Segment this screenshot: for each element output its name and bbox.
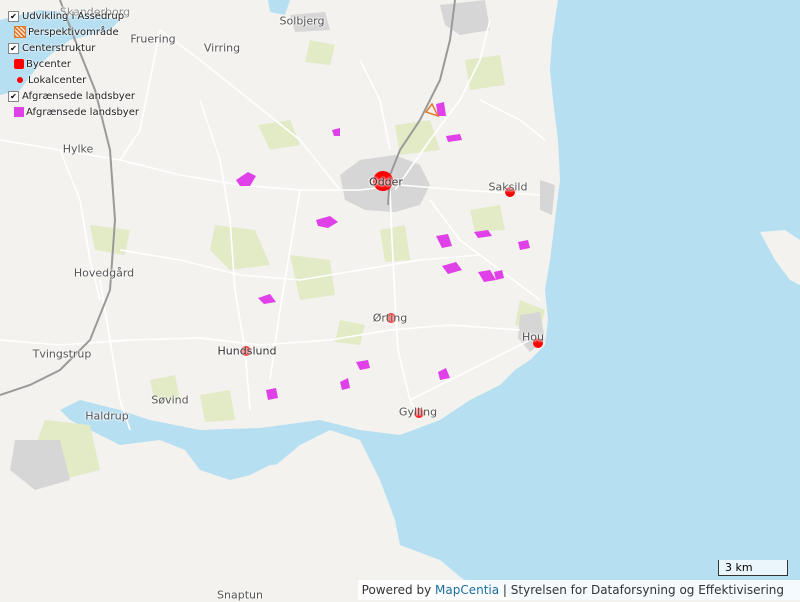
checkbox-icon[interactable]: ✔	[8, 42, 19, 54]
scale-bar: 3 km	[718, 560, 788, 576]
dot-marker-icon	[17, 77, 23, 83]
legend-label: Afgrænsede landsbyer	[22, 90, 135, 102]
legend-label: Lokalcenter	[28, 74, 87, 86]
legend-item-lokalcenter: Lokalcenter	[8, 72, 139, 88]
place-label-hylke: Hylke	[62, 142, 94, 156]
place-label-orting: Ørting	[372, 311, 408, 325]
place-label-saksild: Saksild	[488, 180, 528, 194]
fill-swatch-icon	[14, 107, 24, 117]
legend-group-udvikling[interactable]: ✔ Udvikling i Assedrup	[8, 8, 139, 24]
place-label-haldrup: Haldrup	[85, 409, 129, 423]
legend-label: Bycenter	[26, 58, 71, 70]
legend-item-bycenter: Bycenter	[8, 56, 139, 72]
attribution: Powered by MapCentia | Styrelsen for Dat…	[357, 580, 800, 600]
legend-label: Afgrænsede landsbyer	[26, 106, 139, 118]
place-label-odder: Odder	[369, 175, 403, 189]
place-label-hou: Hou	[522, 330, 544, 344]
place-label-sovind: Søvind	[151, 393, 189, 407]
hatch-swatch-icon	[14, 26, 26, 38]
attribution-suffix: | Styrelsen for Dataforsyning og Effekti…	[499, 583, 784, 597]
place-label-solbjerg: Solbjerg	[279, 14, 325, 28]
place-label-hovedgard: Hovedgård	[73, 266, 135, 280]
place-label-hundslund: Hundslund	[217, 344, 277, 358]
legend-label: Perspektivområde	[28, 26, 119, 38]
place-label-gylling: Gylling	[398, 405, 438, 419]
legend-item-landsbyer: Afgrænsede landsbyer	[8, 104, 139, 120]
place-label-virring: Virring	[203, 41, 241, 55]
checkbox-icon[interactable]: ✔	[8, 10, 19, 22]
square-marker-icon	[14, 59, 24, 69]
legend-group-landsbyer[interactable]: ✔ Afgrænsede landsbyer	[8, 88, 139, 104]
place-label-tvingstrup: Tvingstrup	[32, 347, 92, 361]
map-legend: ✔ Udvikling i Assedrup Perspektivområde …	[8, 8, 139, 120]
mapcentia-link[interactable]: MapCentia	[435, 583, 499, 597]
checkbox-icon[interactable]: ✔	[8, 90, 19, 102]
legend-label: Udvikling i Assedrup	[22, 10, 125, 22]
attribution-prefix: Powered by	[361, 583, 436, 597]
legend-item-perspektiv: Perspektivområde	[8, 24, 139, 40]
legend-group-centerstruktur[interactable]: ✔ Centerstruktur	[8, 40, 139, 56]
legend-label: Centerstruktur	[22, 42, 96, 54]
